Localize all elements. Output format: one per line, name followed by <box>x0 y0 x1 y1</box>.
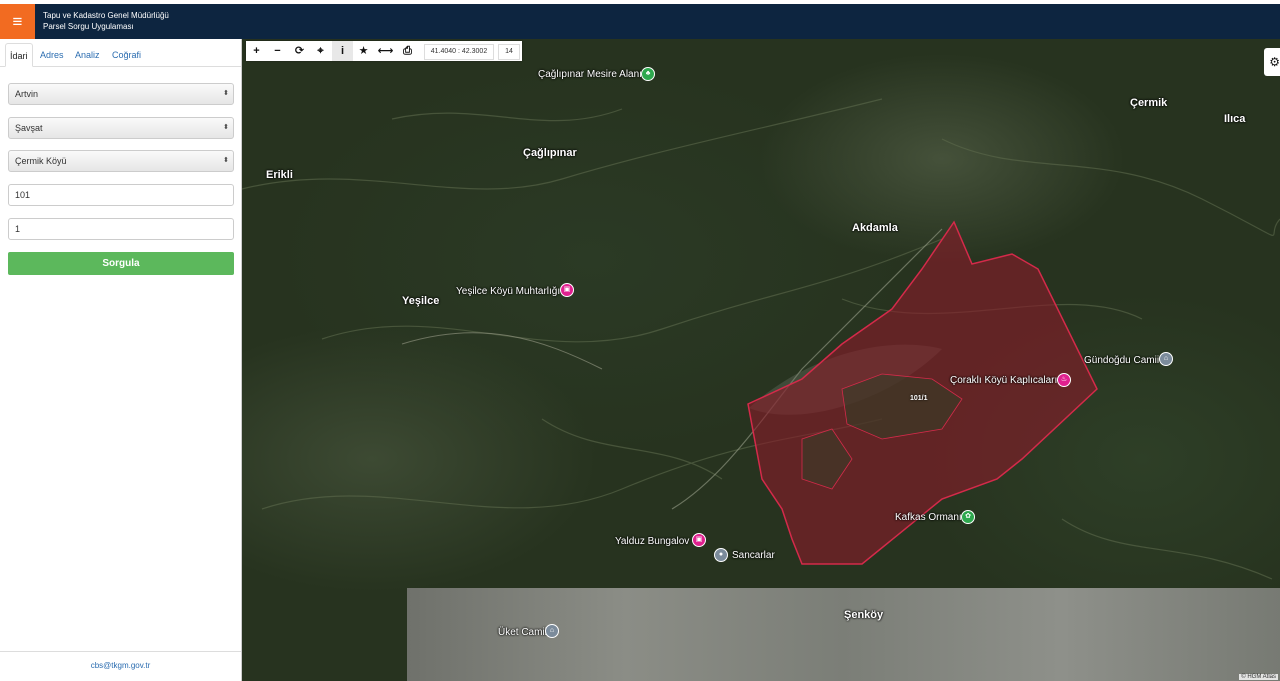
place-yesilce-muhtarligi: Yeşilce Köyü Muhtarlığı <box>456 286 561 297</box>
province-value: Artvin <box>15 89 39 99</box>
place-akdamla: Akdamla <box>852 222 898 234</box>
query-button[interactable]: Sorgula <box>8 252 234 275</box>
tab-adres[interactable]: Adres <box>36 43 68 67</box>
mosque-icon[interactable]: ⌂ <box>545 624 559 638</box>
place-caglipinar: Çağlıpınar <box>523 147 577 159</box>
refresh-icon[interactable]: ⟳ <box>289 41 310 61</box>
place-yesilce: Yeşilce <box>402 295 440 307</box>
star-icon[interactable]: ★ <box>353 41 374 61</box>
block-no-input[interactable]: 101 <box>8 184 234 206</box>
parcel-no-input[interactable]: 1 <box>8 218 234 240</box>
hot-spring-icon[interactable]: ♨ <box>1057 373 1071 387</box>
hamburger-icon[interactable]: ≡ <box>0 4 35 39</box>
top-strip <box>0 0 1280 4</box>
zoom-level: 14 <box>498 44 520 60</box>
gear-icon[interactable]: ⚙ <box>1264 48 1280 76</box>
sidebar: İdari Adres Analiz Coğrafi Artvin ⬍ Şavş… <box>0 39 242 681</box>
lodging-icon[interactable]: ▣ <box>692 533 706 547</box>
municipality-icon[interactable]: ▣ <box>560 283 574 297</box>
forest-icon[interactable]: ✿ <box>961 510 975 524</box>
village-icon[interactable]: ● <box>714 548 728 562</box>
parcel-label: 101/1 <box>910 395 928 402</box>
neighborhood-select[interactable]: Çermik Köyü ⬍ <box>8 150 234 172</box>
place-ilica: Ilıca <box>1224 113 1246 125</box>
app-title-line2: Parsel Sorgu Uygulaması <box>43 22 134 31</box>
district-select[interactable]: Şavşat ⬍ <box>8 117 234 139</box>
app-title-line1: Tapu ve Kadastro Genel Müdürlüğü <box>43 11 169 20</box>
plus-icon[interactable]: + <box>246 41 267 61</box>
place-uket-camii: Üket Camii <box>498 627 547 638</box>
select-arrows-icon: ⬍ <box>223 124 229 131</box>
place-senkoy: Şenköy <box>844 609 884 621</box>
app-title: Tapu ve Kadastro Genel Müdürlüğü Parsel … <box>43 10 169 32</box>
place-sancarlar: Sancarlar <box>732 550 775 561</box>
mosque-icon[interactable]: ⌂ <box>1159 352 1173 366</box>
place-caglipinar-mesire: Çağlıpınar Mesire Alanı <box>538 69 642 80</box>
print-icon[interactable]: ⎙ <box>397 41 418 61</box>
locate-icon[interactable]: ⌖ <box>310 41 331 61</box>
district-value: Şavşat <box>15 123 43 133</box>
tree-icon[interactable]: ♣ <box>641 67 655 81</box>
sidebar-tabs: İdari Adres Analiz Coğrafi <box>0 39 241 67</box>
measure-icon[interactable]: ⟷ <box>375 41 396 61</box>
province-select[interactable]: Artvin ⬍ <box>8 83 234 105</box>
place-corakli-kaplicalari: Çoraklı Köyü Kaplıcaları <box>950 375 1058 386</box>
map-attribution: © HGM Atlas <box>1239 674 1278 680</box>
map-view[interactable]: + − ⟳ ⌖ i ★ ⟷ ⎙ 41.4040 : 42.3002 14 ⚙ Ç… <box>242 39 1280 681</box>
place-erikli: Erikli <box>266 169 293 181</box>
header-bar: ≡ Tapu ve Kadastro Genel Müdürlüğü Parse… <box>0 0 1280 39</box>
place-kafkas-ormani: Kafkas Ormanı <box>895 512 962 523</box>
tab-cografi[interactable]: Coğrafi <box>108 43 145 67</box>
neighborhood-value: Çermik Köyü <box>15 156 67 166</box>
select-arrows-icon: ⬍ <box>223 157 229 164</box>
tab-idari[interactable]: İdari <box>5 43 33 67</box>
select-arrows-icon: ⬍ <box>223 90 229 97</box>
minus-icon[interactable]: − <box>267 41 288 61</box>
coordinate-readout: 41.4040 : 42.3002 <box>424 44 494 60</box>
map-toolbar: + − ⟳ ⌖ i ★ ⟷ ⎙ 41.4040 : 42.3002 14 <box>246 41 522 61</box>
place-cermik: Çermik <box>1130 97 1168 109</box>
info-icon[interactable]: i <box>332 41 353 61</box>
place-yalduz-bungalov: Yalduz Bungalov <box>615 536 690 547</box>
place-gundogdu-camii: Gündoğdu Camii <box>1084 355 1160 366</box>
footer-email-link[interactable]: cbs@tkgm.gov.tr <box>0 651 241 681</box>
tab-analiz[interactable]: Analiz <box>71 43 104 67</box>
